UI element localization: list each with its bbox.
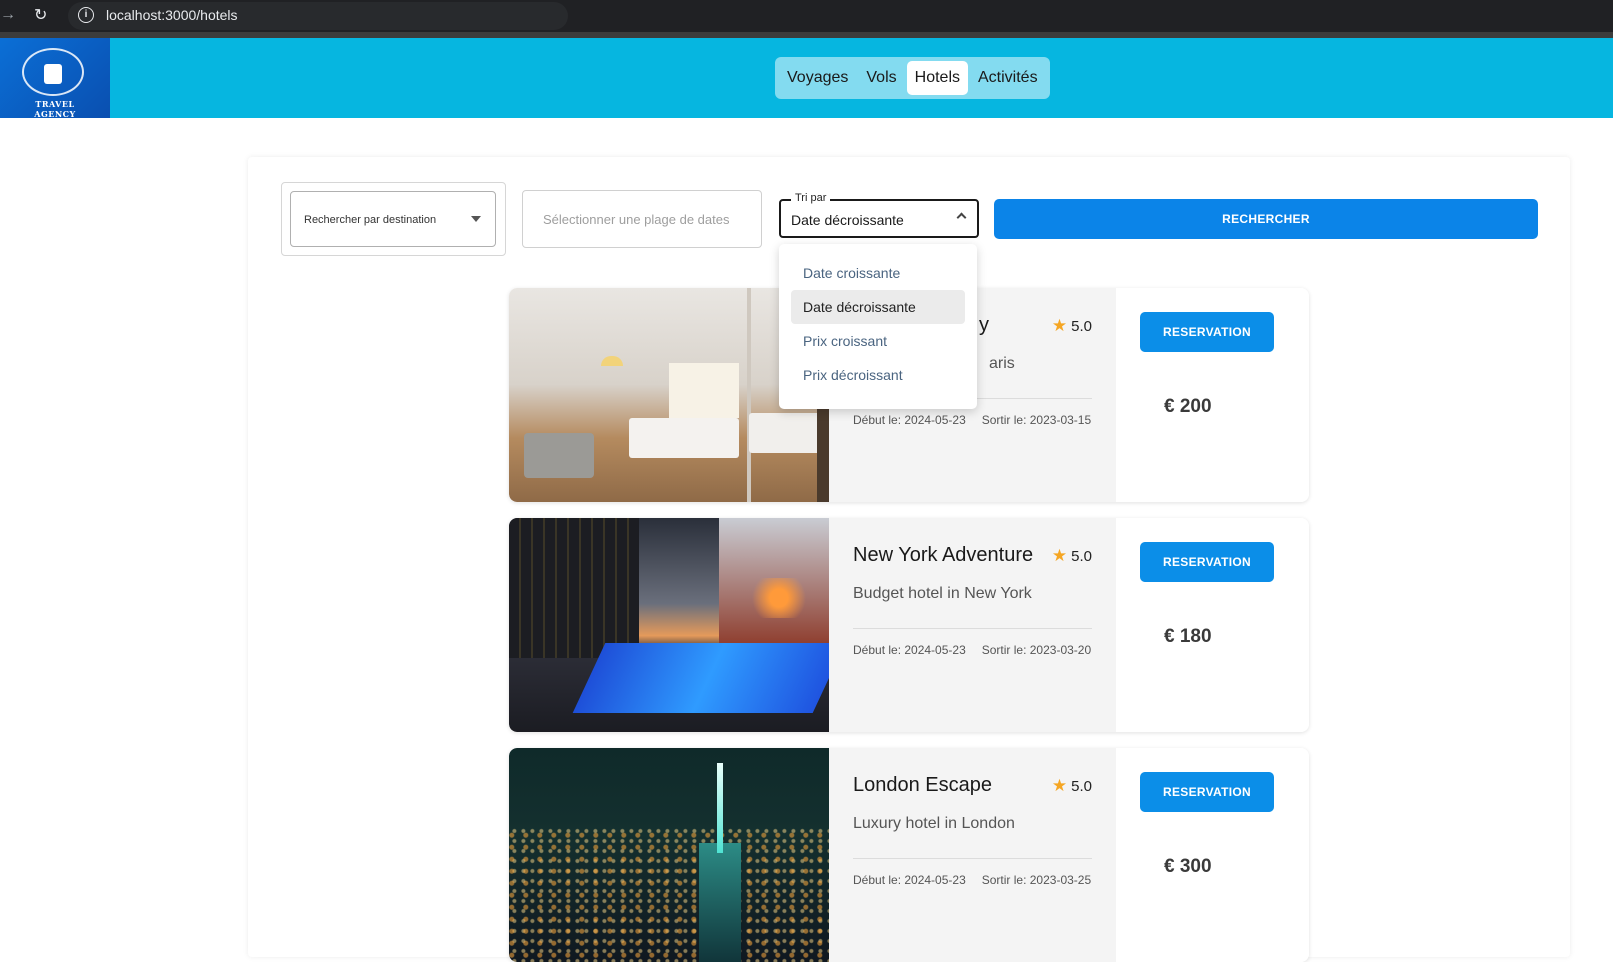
chevron-up-icon bbox=[956, 212, 967, 223]
hotel-name: New York Adventure bbox=[853, 544, 1034, 566]
start-date: Début le: 2024-05-23 bbox=[853, 643, 966, 657]
hotel-rating: ★ 5.0 bbox=[1052, 316, 1092, 336]
tab-voyages[interactable]: Voyages bbox=[779, 61, 856, 95]
end-date: Sortir le: 2023-03-20 bbox=[981, 643, 1092, 657]
hotel-card: London Escape ★ 5.0 Luxury hotel in Londo… bbox=[509, 748, 1309, 962]
app-header: TRAVEL AGENCY Voyages Vols Hotels Activit… bbox=[0, 38, 1613, 119]
sort-value: Date décroissante bbox=[791, 212, 904, 228]
sort-option-price-asc[interactable]: Prix croissant bbox=[791, 324, 965, 358]
hotel-price: € 300 bbox=[1164, 856, 1212, 877]
sort-option-date-asc[interactable]: Date croissante bbox=[791, 256, 965, 290]
rating-value: 5.0 bbox=[1071, 778, 1092, 795]
search-button[interactable]: RECHERCHER bbox=[994, 199, 1538, 239]
browser-toolbar: → ↻ i localhost:3000/hotels bbox=[0, 0, 1613, 32]
tab-vols[interactable]: Vols bbox=[858, 61, 904, 95]
hotel-info: New York Adventure ★ 5.0 Budget hotel in … bbox=[829, 518, 1116, 732]
end-date: Sortir le: 2023-03-25 bbox=[981, 873, 1092, 887]
travel-agency-logo-icon bbox=[22, 48, 84, 96]
hotel-side: RESERVATION € 180 bbox=[1116, 518, 1309, 732]
hotel-name: y bbox=[979, 314, 989, 336]
reservation-button[interactable]: RESERVATION bbox=[1140, 312, 1274, 352]
hotel-image bbox=[509, 748, 829, 962]
destination-select[interactable]: Rechercher par destination bbox=[290, 191, 496, 247]
sort-label: Tri par bbox=[791, 192, 831, 204]
logo-text: TRAVEL AGENCY bbox=[34, 99, 76, 119]
logo[interactable]: TRAVEL AGENCY bbox=[0, 38, 110, 119]
rating-value: 5.0 bbox=[1071, 548, 1092, 565]
hotel-image bbox=[509, 518, 829, 732]
hotel-dates: Début le: 2024-05-23 Sortir le: 2023-03-2… bbox=[853, 643, 1091, 657]
hotel-side: RESERVATION € 200 bbox=[1116, 288, 1309, 502]
star-icon: ★ bbox=[1051, 776, 1068, 795]
hotel-description: aris bbox=[989, 355, 1015, 372]
hotel-dates: Début le: 2024-05-23 Sortir le: 2023-03-2… bbox=[853, 873, 1091, 887]
forward-icon[interactable]: → bbox=[0, 6, 16, 24]
hotel-rating: ★ 5.0 bbox=[1052, 546, 1092, 566]
hotel-rating: ★ 5.0 bbox=[1052, 776, 1092, 796]
hotel-card: New York Adventure ★ 5.0 Budget hotel in … bbox=[509, 518, 1309, 732]
star-icon: ★ bbox=[1051, 316, 1068, 335]
tab-hotels[interactable]: Hotels bbox=[906, 61, 968, 95]
destination-placeholder: Rechercher par destination bbox=[304, 214, 437, 226]
reload-icon[interactable]: ↻ bbox=[34, 5, 47, 25]
hotel-description: Budget hotel in New York bbox=[853, 585, 1032, 602]
date-range-picker[interactable]: Sélectionner une plage de dates bbox=[522, 190, 762, 248]
sort-option-price-desc[interactable]: Prix décroissant bbox=[791, 358, 965, 392]
main-nav: Voyages Vols Hotels Activités bbox=[775, 57, 1050, 99]
hotel-info: London Escape ★ 5.0 Luxury hotel in Londo… bbox=[829, 748, 1116, 962]
start-date: Début le: 2024-05-23 bbox=[853, 873, 966, 887]
reservation-button[interactable]: RESERVATION bbox=[1140, 772, 1274, 812]
end-date: Sortir le: 2023-03-15 bbox=[981, 413, 1092, 427]
divider bbox=[853, 628, 1092, 629]
rating-value: 5.0 bbox=[1071, 318, 1092, 335]
hotel-description: Luxury hotel in London bbox=[853, 815, 1015, 832]
sort-menu: Date croissante Date décroissante Prix c… bbox=[779, 244, 977, 409]
site-info-icon[interactable]: i bbox=[78, 7, 94, 23]
hotel-dates: Début le: 2024-05-23 Sortir le: 2023-03-1… bbox=[853, 413, 1091, 427]
sort-select[interactable]: Tri par Date décroissante bbox=[779, 192, 979, 238]
hotel-price: € 180 bbox=[1164, 626, 1212, 647]
tab-activites[interactable]: Activités bbox=[970, 61, 1046, 95]
destination-group: Rechercher par destination bbox=[281, 182, 506, 256]
sort-option-date-desc[interactable]: Date décroissante bbox=[791, 290, 965, 324]
start-date: Début le: 2024-05-23 bbox=[853, 413, 966, 427]
reservation-button[interactable]: RESERVATION bbox=[1140, 542, 1274, 582]
hotel-price: € 200 bbox=[1164, 396, 1212, 417]
dropdown-arrow-icon bbox=[471, 216, 481, 222]
hotel-name: London Escape bbox=[853, 774, 993, 796]
url-text[interactable]: localhost:3000/hotels bbox=[106, 7, 238, 23]
star-icon: ★ bbox=[1051, 546, 1068, 565]
divider bbox=[853, 858, 1092, 859]
hotel-side: RESERVATION € 300 bbox=[1116, 748, 1309, 962]
